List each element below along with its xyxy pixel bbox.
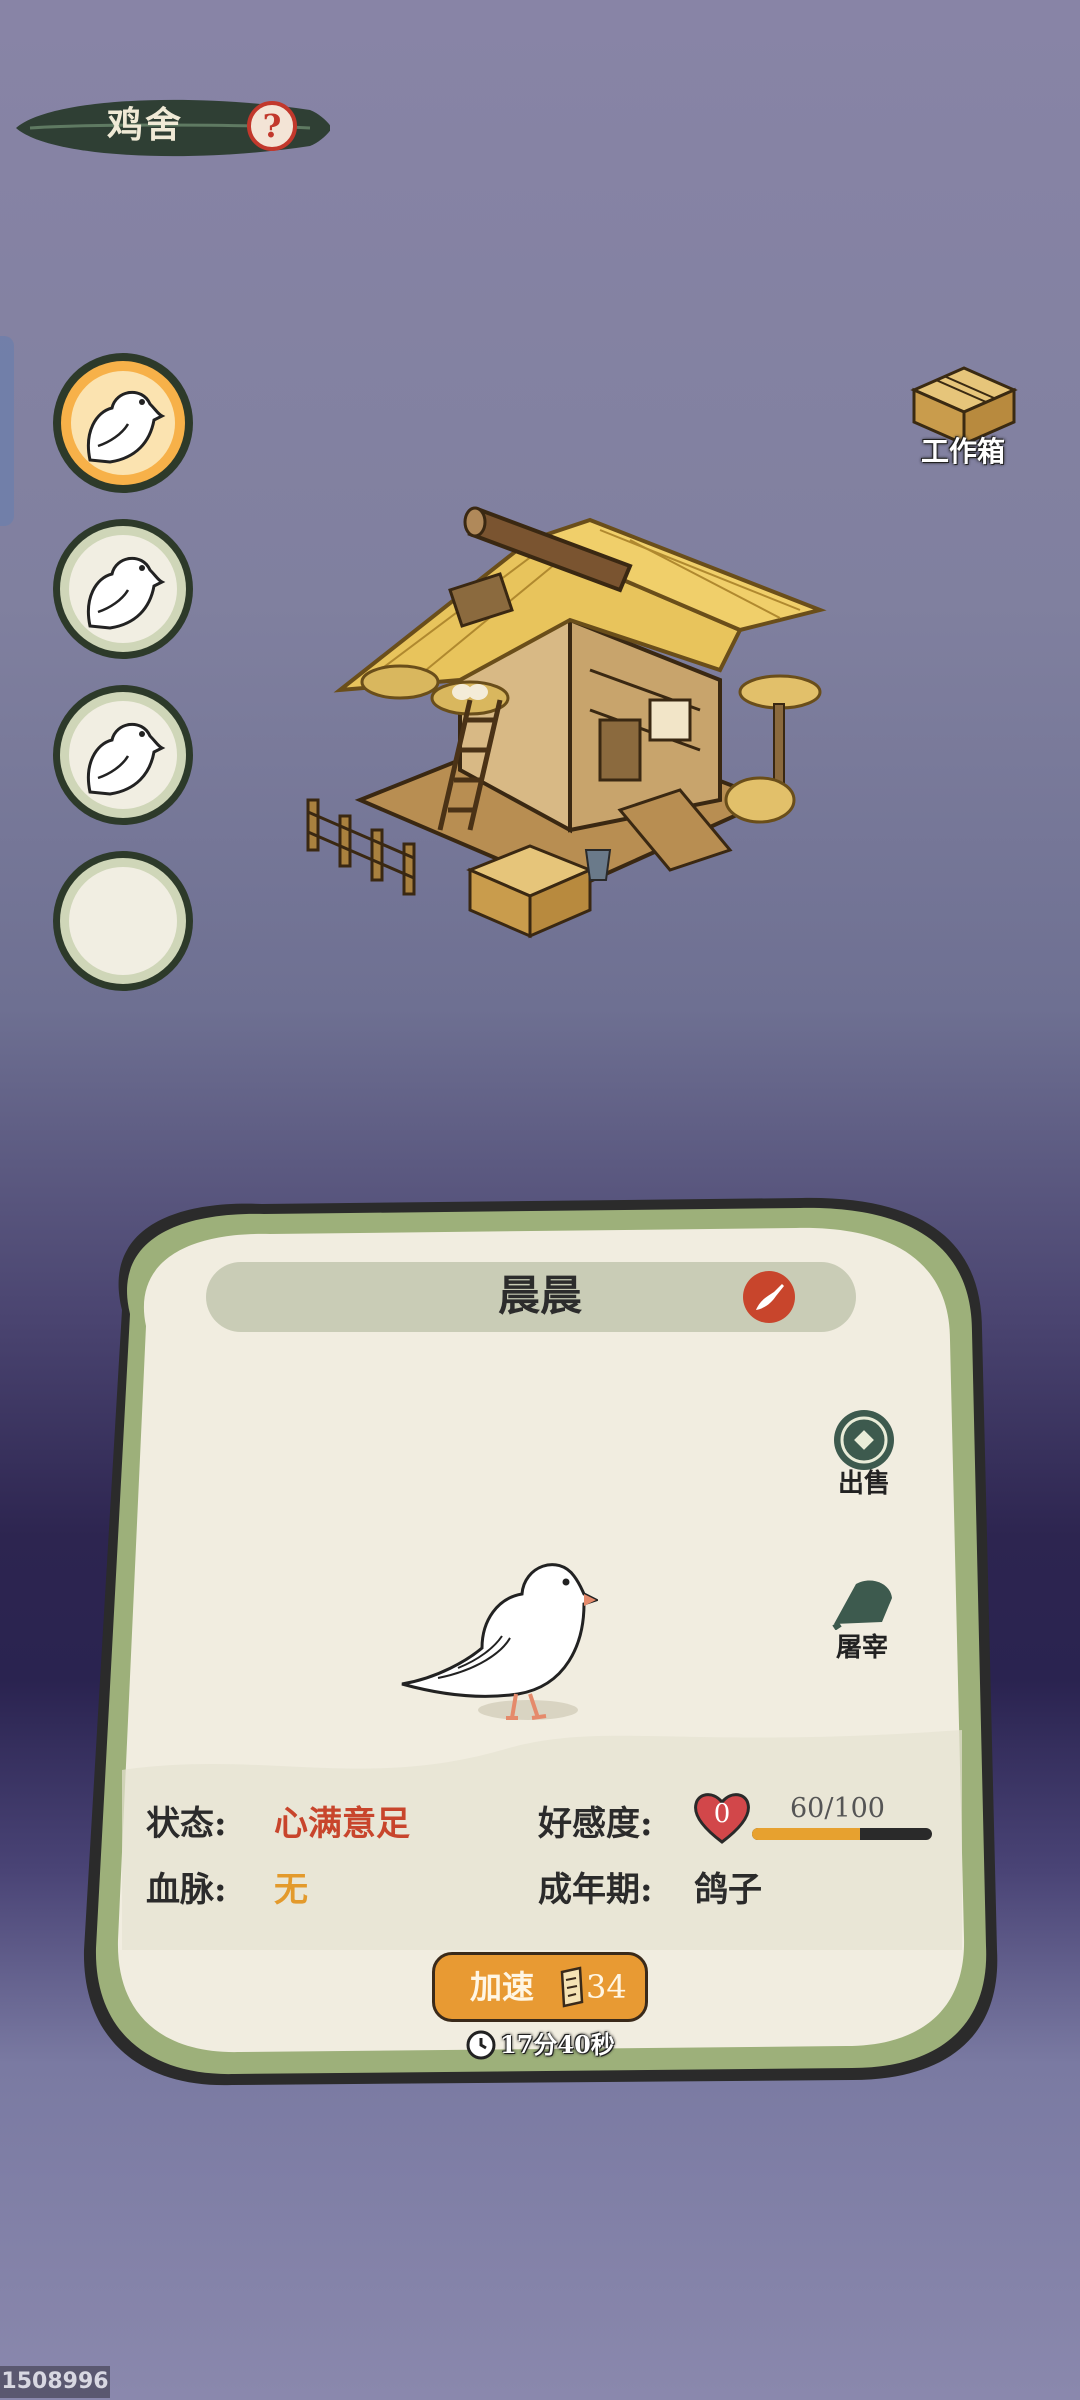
slaughter-button[interactable]: 屠宰 — [812, 1630, 912, 1666]
bloodline-value: 无 — [274, 1870, 308, 1910]
brush-icon[interactable] — [742, 1270, 796, 1324]
affection-label: 好感度: — [538, 1804, 653, 1844]
cleaver-icon[interactable] — [826, 1574, 898, 1630]
question-icon[interactable]: ? — [246, 100, 298, 152]
pigeon-icon — [53, 519, 193, 659]
workbox-label[interactable]: 工作箱 — [898, 432, 1028, 472]
affection-level: 0 — [713, 1799, 731, 1829]
pigeon-icon — [53, 685, 193, 825]
sell-button[interactable]: 出售 — [814, 1466, 914, 1502]
left-drawer-handle[interactable] — [0, 336, 14, 526]
slot-3[interactable] — [50, 682, 196, 828]
slot-4-empty[interactable] — [50, 848, 196, 994]
pet-name: 晨晨 — [497, 1271, 582, 1320]
ticket-icon — [560, 1966, 584, 2008]
build-id: 1508996 — [0, 2366, 110, 2398]
svg-text:?: ? — [263, 107, 282, 145]
countdown-timer: 17分40秒 — [500, 2030, 615, 2059]
speedup-label[interactable]: 加速 — [470, 1962, 550, 2012]
affection-progress-bar — [752, 1828, 932, 1840]
speedup-cost: 34 — [586, 1968, 627, 2006]
affection-progress-text: 60/100 — [790, 1793, 885, 1824]
chicken-coop-illustration[interactable] — [300, 470, 840, 970]
bloodline-label: 血脉: — [146, 1870, 227, 1910]
empty-slot-frame — [53, 851, 193, 991]
page-title: 鸡舍 — [106, 104, 183, 146]
pigeon-icon — [53, 353, 193, 493]
slot-2[interactable] — [50, 516, 196, 662]
slot-1-selected[interactable] — [50, 350, 196, 496]
status-value: 心满意足 — [274, 1804, 410, 1844]
adult-stage-value: 鸽子 — [694, 1870, 762, 1910]
adult-stage-label: 成年期: — [538, 1870, 653, 1910]
clock-icon — [466, 2030, 496, 2060]
affection-progress-fill — [752, 1828, 860, 1840]
pigeon-portrait — [401, 1563, 598, 1720]
coin-icon[interactable] — [832, 1408, 896, 1472]
status-label: 状态: — [146, 1804, 227, 1844]
